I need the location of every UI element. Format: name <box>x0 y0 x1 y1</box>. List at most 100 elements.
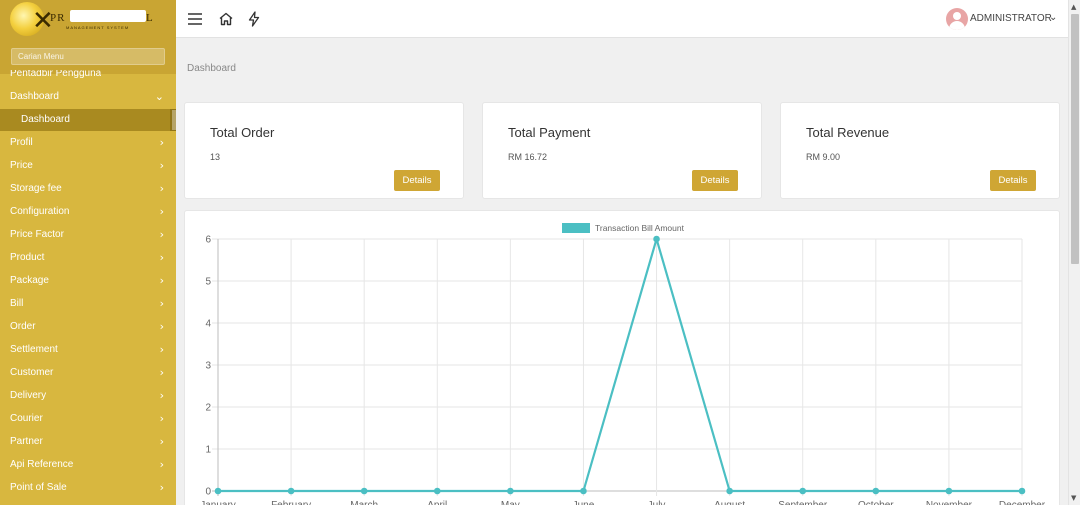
card-title: Total Order <box>210 125 275 140</box>
card-value: RM 16.72 <box>508 152 548 162</box>
sidebar-item-label: Package <box>10 275 49 286</box>
sidebar-item-customer[interactable]: Customer › <box>0 362 176 385</box>
scroll-down-icon[interactable]: ▼ <box>1071 494 1076 502</box>
chevron-right-icon: › <box>159 320 164 333</box>
sidebar-item-label: Settlement <box>10 344 58 355</box>
scroll-up-icon[interactable]: ▲ <box>1071 3 1076 11</box>
sidebar-item-price[interactable]: Price › <box>0 155 176 178</box>
y-tick-label: 5 <box>205 277 211 288</box>
sidebar-item-label: Dashboard <box>10 91 59 102</box>
sidebar-scrollbar[interactable] <box>172 110 176 130</box>
details-button[interactable]: Details <box>394 170 440 191</box>
sidebar-item-label: Configuration <box>10 206 70 217</box>
card-title: Total Revenue <box>806 125 890 140</box>
brand-redaction <box>70 10 146 22</box>
sidebar-item-order[interactable]: Order › <box>0 316 176 339</box>
data-point <box>1018 487 1026 495</box>
sidebar-item-label: Storage fee <box>10 183 62 194</box>
details-button[interactable]: Details <box>692 170 738 191</box>
sidebar-item-label: Customer <box>10 367 54 378</box>
sidebar-item-delivery[interactable]: Delivery › <box>0 385 176 408</box>
sidebar-item-label: Partner <box>10 436 43 447</box>
sidebar-item-price-factor[interactable]: Price Factor › <box>0 224 176 247</box>
chevron-right-icon: › <box>159 412 164 425</box>
y-tick-label: 2 <box>205 403 211 414</box>
sidebar-item-label: Bill <box>10 298 24 309</box>
sidebar-item-package[interactable]: Package › <box>0 270 176 293</box>
sidebar-item-partial[interactable]: Pentadbir Pengguna <box>10 70 101 78</box>
sidebar-item-api-reference[interactable]: Api Reference › <box>0 454 176 477</box>
x-tick-label: September <box>778 500 828 505</box>
y-tick-label: 3 <box>205 361 211 372</box>
scroll-thumb[interactable] <box>1071 14 1079 264</box>
chevron-right-icon: › <box>159 343 164 356</box>
sidebar-item-point-of-sale[interactable]: Point of Sale › <box>0 477 176 500</box>
sidebar-item-label: Profil <box>10 137 33 148</box>
menu-search <box>0 38 176 74</box>
brand-subtitle: MANAGEMENT SYSTEM <box>66 25 130 30</box>
chevron-right-icon: › <box>159 458 164 471</box>
data-point <box>945 487 953 495</box>
brand-header[interactable]: ✕ PR L MANAGEMENT SYSTEM <box>0 0 176 38</box>
data-point <box>799 487 807 495</box>
breadcrumb: Dashboard <box>187 63 236 74</box>
chevron-down-icon[interactable]: ⌄ <box>1049 12 1057 23</box>
sidebar-item-partner[interactable]: Partner › <box>0 431 176 454</box>
sidebar-item-product[interactable]: Product › <box>0 247 176 270</box>
sidebar-item-configuration[interactable]: Configuration › <box>0 201 176 224</box>
data-point <box>872 487 880 495</box>
sidebar-item-label: Price Factor <box>10 229 64 240</box>
legend-swatch <box>562 223 590 233</box>
menu-search-input[interactable] <box>11 48 165 65</box>
sidebar: ✕ PR L MANAGEMENT SYSTEM Pentadbir Pengg… <box>0 0 176 505</box>
chevron-right-icon: › <box>159 205 164 218</box>
chevron-right-icon: › <box>159 136 164 149</box>
brand-name-start: PR <box>50 12 66 24</box>
data-point <box>433 487 441 495</box>
x-tick-label: February <box>271 500 311 505</box>
sidebar-item-label: Order <box>10 321 36 332</box>
chevron-right-icon: › <box>159 389 164 402</box>
sidebar-item-storage-fee[interactable]: Storage fee › <box>0 178 176 201</box>
bolt-icon[interactable] <box>244 9 264 29</box>
chevron-down-icon: ⌄ <box>154 90 164 103</box>
y-tick-label: 0 <box>205 487 211 498</box>
sidebar-item-dashboard[interactable]: Dashboard ⌄ <box>0 86 176 109</box>
user-name[interactable]: ADMINISTRATOR <box>970 13 1052 24</box>
card-value: RM 9.00 <box>806 152 841 162</box>
details-button[interactable]: Details <box>990 170 1036 191</box>
card-total-revenue: Total Revenue RM 9.00 Details <box>780 102 1060 199</box>
sidebar-item-bill[interactable]: Bill › <box>0 293 176 316</box>
home-icon[interactable] <box>216 9 236 29</box>
chevron-right-icon: › <box>159 481 164 494</box>
data-point <box>653 235 660 243</box>
chevron-right-icon: › <box>159 159 164 172</box>
line-chart: 0 1 2 3 4 5 6 January February March April May June J… <box>200 223 1046 505</box>
x-tick-label: June <box>573 500 595 505</box>
data-point <box>507 487 514 495</box>
chevron-right-icon: › <box>159 366 164 379</box>
sidebar-item-settlement[interactable]: Settlement › <box>0 339 176 362</box>
x-tick-label: March <box>350 500 378 505</box>
y-tick-label: 1 <box>205 445 211 456</box>
sidebar-item-label: Point of Sale <box>10 482 67 493</box>
avatar[interactable] <box>946 8 968 30</box>
sidebar-item-courier[interactable]: Courier › <box>0 408 176 431</box>
data-point <box>580 487 587 495</box>
sidebar-item-label: Product <box>10 252 45 263</box>
submenu-item-dashboard[interactable]: Dashboard <box>0 109 176 131</box>
chevron-right-icon: › <box>159 274 164 287</box>
card-title: Total Payment <box>508 125 591 140</box>
x-tick-label: January <box>200 500 236 505</box>
submenu-label: Dashboard <box>21 114 70 125</box>
page-scrollbar[interactable]: ▲ ▼ <box>1068 0 1080 505</box>
hamburger-icon[interactable] <box>185 9 205 29</box>
sidebar-item-label: Price <box>10 160 33 171</box>
chevron-right-icon: › <box>159 435 164 448</box>
sidebar-item-profil[interactable]: Profil › <box>0 132 176 155</box>
card-total-payment: Total Payment RM 16.72 Details <box>482 102 762 199</box>
data-point <box>360 487 368 495</box>
legend-label: Transaction Bill Amount <box>595 223 685 233</box>
card-value: 13 <box>210 152 221 162</box>
x-tick-label: October <box>858 500 894 505</box>
